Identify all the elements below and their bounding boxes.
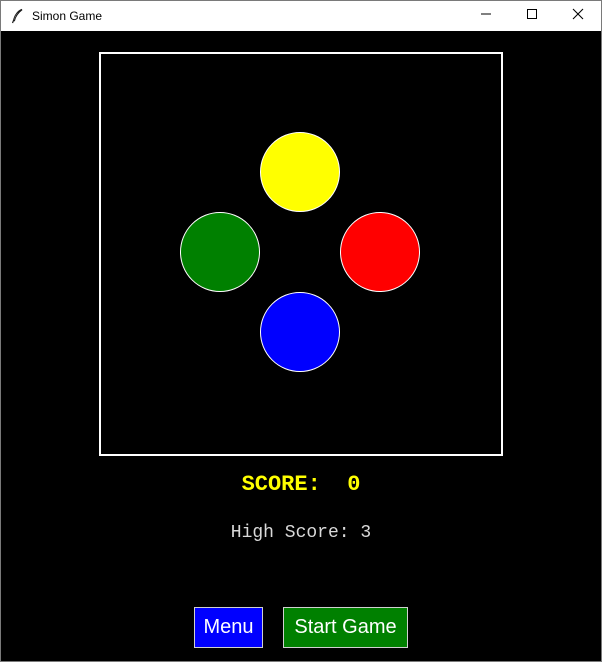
maximize-icon [526,7,538,25]
window-title: Simon Game [32,9,103,23]
high-score-display: High Score: 3 [1,521,601,545]
title-bar[interactable]: Simon Game [1,1,601,31]
minimize-button[interactable] [463,1,509,31]
score-label: SCORE: [241,472,321,497]
feather-icon [9,8,25,24]
high-score-value: 3 [360,523,372,543]
start-game-button[interactable]: Start Game [283,607,408,648]
green-pad[interactable] [180,212,260,292]
close-button[interactable] [555,1,601,31]
yellow-pad[interactable] [260,132,340,212]
high-score-label: High Score: [230,523,350,543]
game-area: SCORE: 0 High Score: 3 Menu Start Game [1,31,601,661]
maximize-button[interactable] [509,1,555,31]
app-window: Simon Game SCORE: 0 High Score: 3 Menu S… [0,0,602,662]
close-icon [572,7,584,25]
menu-button[interactable]: Menu [194,607,263,648]
red-pad[interactable] [340,212,420,292]
game-board [99,52,503,456]
blue-pad[interactable] [260,292,340,372]
minimize-icon [480,7,492,25]
score-display: SCORE: 0 [1,471,601,499]
score-value: 0 [347,472,361,497]
